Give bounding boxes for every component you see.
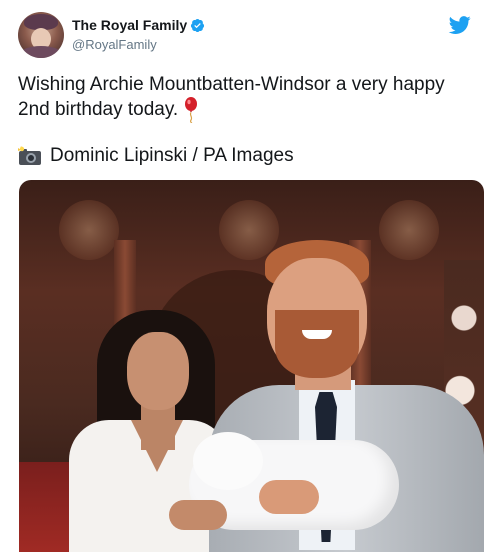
photo-credit: Dominic Lipinski / PA Images <box>18 144 294 168</box>
camera-flash-icon <box>18 146 41 165</box>
tweet-text-line-2: 2nd birthday today. <box>18 99 179 120</box>
twitter-bird-icon[interactable] <box>448 14 472 36</box>
tweet-photo[interactable] <box>19 180 484 552</box>
tweet-card: The Royal Family @RoyalFamily Wishing Ar… <box>0 0 486 552</box>
account-handle[interactable]: @RoyalFamily <box>72 37 205 52</box>
tweet-text: Wishing Archie Mountbatten-Windsor a ver… <box>18 72 478 123</box>
balloon-icon <box>185 97 198 123</box>
tweet-header: The Royal Family @RoyalFamily <box>18 12 484 60</box>
verified-icon <box>191 18 205 32</box>
photo-credit-text: Dominic Lipinski / PA Images <box>50 145 294 166</box>
display-name[interactable]: The Royal Family <box>72 17 187 33</box>
avatar[interactable] <box>18 12 64 58</box>
tweet-text-line-2-row: 2nd birthday today. <box>18 97 478 123</box>
tweet-text-line-1: Wishing Archie Mountbatten-Windsor a ver… <box>18 74 445 95</box>
account-names: The Royal Family @RoyalFamily <box>72 16 205 52</box>
